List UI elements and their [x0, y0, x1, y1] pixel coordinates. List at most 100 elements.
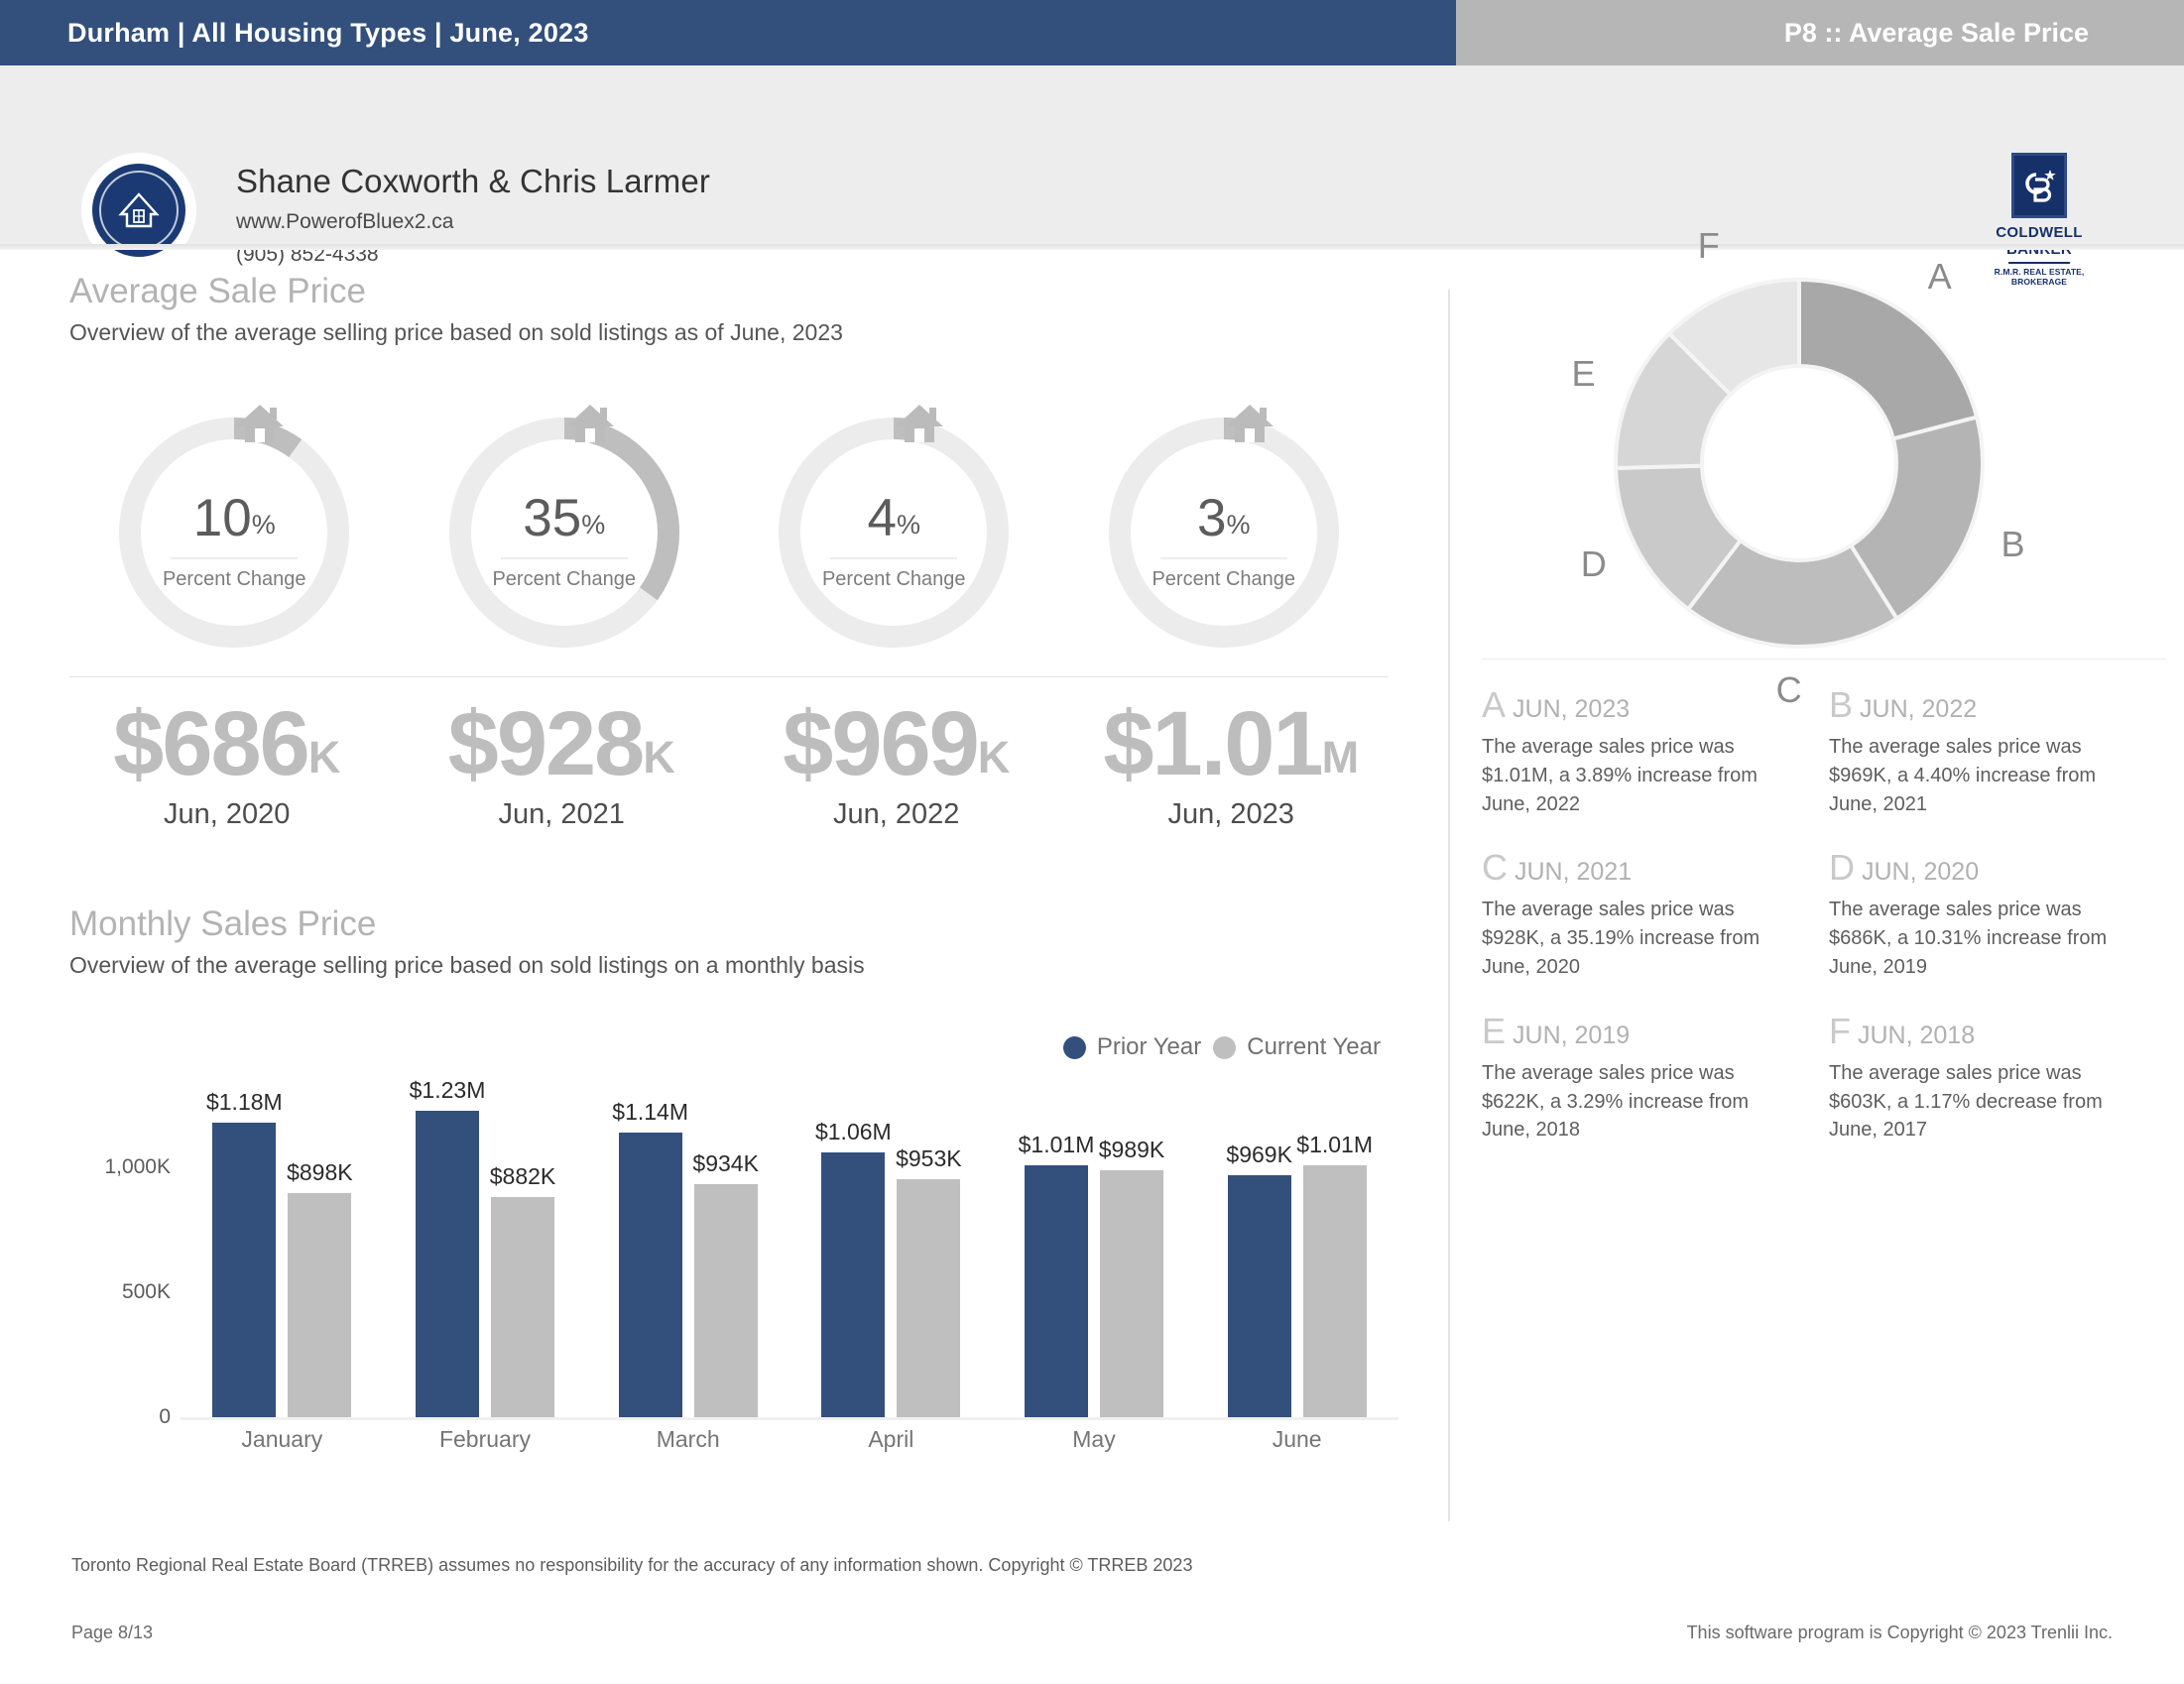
bar-prior-year-june[interactable]: $969K — [1226, 1142, 1292, 1417]
year-value-amount: $686K — [113, 693, 341, 794]
note-letter: B — [1829, 684, 1854, 725]
year-value-amount: $969K — [783, 693, 1011, 794]
bar-group-1: $1.23M $882K — [410, 1077, 555, 1417]
bar-current-year-march[interactable]: $934K — [692, 1150, 759, 1417]
year-value-label: Jun, 2022 — [833, 798, 960, 830]
year-value-label: Jun, 2021 — [498, 798, 625, 830]
header-left-band: Durham | All Housing Types | June, 2023 — [0, 0, 1456, 65]
cb-name-line1: COLDWELL — [1996, 224, 2083, 241]
cb-monogram-icon — [2011, 153, 2067, 218]
note-header: A JUN, 2023 — [1482, 684, 1829, 726]
x-axis-label-0: January — [241, 1426, 323, 1452]
bar-prior-year-march[interactable]: $1.14M — [612, 1099, 688, 1417]
gauge-underline — [171, 557, 299, 559]
note-letter: E — [1482, 1010, 1507, 1051]
year-value-amount: $1.01M — [1103, 693, 1360, 794]
x-axis-label-4: May — [1072, 1426, 1116, 1452]
bar-prior-year-april[interactable]: $1.06M — [815, 1119, 892, 1417]
donut-label-D: D — [1580, 543, 1607, 585]
bar-value-label: $882K — [489, 1163, 556, 1190]
gauge-percent-sign: % — [251, 510, 276, 540]
bar-current-year-january[interactable]: $898K — [287, 1159, 353, 1417]
page-title: Durham | All Housing Types | June, 2023 — [67, 17, 589, 48]
note-date: JUN, 2018 — [1858, 1021, 1976, 1049]
year-value-label: Jun, 2020 — [164, 798, 291, 830]
gauge-cell-3: 3% Percent Change — [1059, 405, 1390, 657]
y-axis-tick-1: 500K — [121, 1280, 171, 1304]
note-c: C JUN, 2021 The average sales price was $9… — [1482, 847, 1829, 981]
bar-value-label: $1.18M — [205, 1089, 283, 1116]
gauge-cell-1: 35% Percent Change — [400, 405, 730, 657]
gauge-percent: 35% — [523, 489, 606, 547]
right-column: A B C D E F A JUN, 2023 The average sales price… — [1450, 225, 2184, 1539]
x-axis-label-5: June — [1272, 1426, 1322, 1452]
gauge-underline — [500, 557, 628, 559]
chart-plot-area: $1.18M $898K January $1.23M $882K February $1.… — [181, 1077, 1398, 1452]
legend-item-0[interactable]: Prior Year — [1062, 1033, 1202, 1061]
donut-segment-A[interactable] — [1797, 277, 1980, 441]
legend-label: Current Year — [1247, 1033, 1381, 1060]
yearly-price-values: $686K Jun, 2020 $928K Jun, 2021 $969K Jun, 20… — [60, 698, 1398, 847]
chart-y-axis: 0 500K 1,000K — [69, 1093, 181, 1428]
x-axis-label-2: March — [656, 1426, 720, 1452]
note-e: E JUN, 2019 The average sales price was $6… — [1482, 1011, 1829, 1144]
legend-item-1[interactable]: Current Year — [1213, 1033, 1381, 1061]
gauge-cell-2: 4% Percent Change — [729, 405, 1059, 657]
gauge-center: 35% Percent Change — [440, 492, 688, 591]
note-letter: C — [1482, 847, 1508, 889]
avg-sale-price-title: Average Sale Price — [69, 272, 366, 310]
percent-gauge: 3% Percent Change — [1100, 405, 1348, 657]
gauge-caption: Percent Change — [1152, 568, 1296, 590]
bar-value-label: $969K — [1226, 1142, 1292, 1168]
section-rule — [69, 676, 1389, 677]
note-date: JUN, 2022 — [1860, 695, 1978, 723]
bar-value-label: $1.14M — [612, 1099, 689, 1126]
gauge-center: 10% Percent Change — [110, 492, 358, 591]
donut-label-A: A — [1927, 255, 1952, 297]
x-axis-label-3: April — [868, 1426, 914, 1452]
note-letter: F — [1829, 1010, 1851, 1051]
percent-gauge: 4% Percent Change — [770, 405, 1018, 657]
note-header: F JUN, 2018 — [1829, 1011, 2176, 1052]
note-body: The average sales price was $622K, a 3.2… — [1482, 1061, 1750, 1142]
gauge-percent: 4% — [867, 489, 921, 547]
percent-gauge: 35% Percent Change — [440, 405, 688, 657]
bar-current-year-may[interactable]: $989K — [1099, 1137, 1164, 1417]
gauge-cell-0: 10% Percent Change — [69, 405, 400, 657]
year-value-unit: K — [643, 732, 675, 782]
report-page: Durham | All Housing Types | June, 2023 … — [0, 0, 2184, 1684]
bar-prior-year-january[interactable]: $1.18M — [206, 1089, 283, 1417]
bar-current-year-february[interactable]: $882K — [490, 1163, 555, 1417]
note-f: F JUN, 2018 The average sales price was $6… — [1829, 1011, 2176, 1144]
note-date: JUN, 2020 — [1862, 858, 1980, 887]
percent-gauge: 10% Percent Change — [110, 405, 358, 657]
bar-group-3: $1.06M $953K — [815, 1093, 962, 1417]
bar-value-label: $898K — [287, 1159, 353, 1186]
year-value-cell-1: $928K Jun, 2021 — [395, 698, 730, 847]
bar-group-4: $1.01M $989K — [1019, 1093, 1164, 1417]
note-b: B JUN, 2022 The average sales price was $9… — [1829, 684, 2176, 818]
gauge-percent-sign: % — [896, 510, 920, 540]
note-header: C JUN, 2021 — [1482, 847, 1829, 889]
bar-prior-year-may[interactable]: $1.01M — [1019, 1132, 1094, 1417]
bar-prior-year-february[interactable]: $1.23M — [410, 1077, 485, 1417]
note-d: D JUN, 2020 The average sales price was $6… — [1829, 847, 2176, 981]
note-header: D JUN, 2020 — [1829, 847, 2176, 889]
year-value-amount: $928K — [447, 693, 675, 794]
note-body: The average sales price was $603K, a 1.1… — [1829, 1061, 2103, 1142]
bar-current-year-april[interactable]: $953K — [896, 1145, 962, 1417]
main-content: Average Sale Price Overview of the avera… — [0, 225, 2184, 1539]
header-right-band: P8 :: Average Sale Price — [1456, 0, 2184, 65]
bar-value-label: $1.01M — [1296, 1131, 1374, 1157]
chart-baseline — [181, 1417, 1398, 1420]
agent-website[interactable]: www.PowerofBluex2.ca — [236, 210, 710, 234]
bar-value-label: $1.06M — [814, 1119, 892, 1145]
note-letter: A — [1482, 684, 1507, 725]
legend-label: Prior Year — [1096, 1033, 1202, 1060]
bar-current-year-june[interactable]: $1.01M — [1296, 1132, 1373, 1417]
note-header: E JUN, 2019 — [1482, 1011, 1829, 1052]
y-axis-tick-2: 1,000K — [104, 1155, 171, 1179]
bar-value-label: $934K — [692, 1150, 759, 1177]
avg-sale-price-subtitle: Overview of the average selling price ba… — [69, 319, 843, 345]
gauge-percent-sign: % — [1226, 510, 1251, 540]
